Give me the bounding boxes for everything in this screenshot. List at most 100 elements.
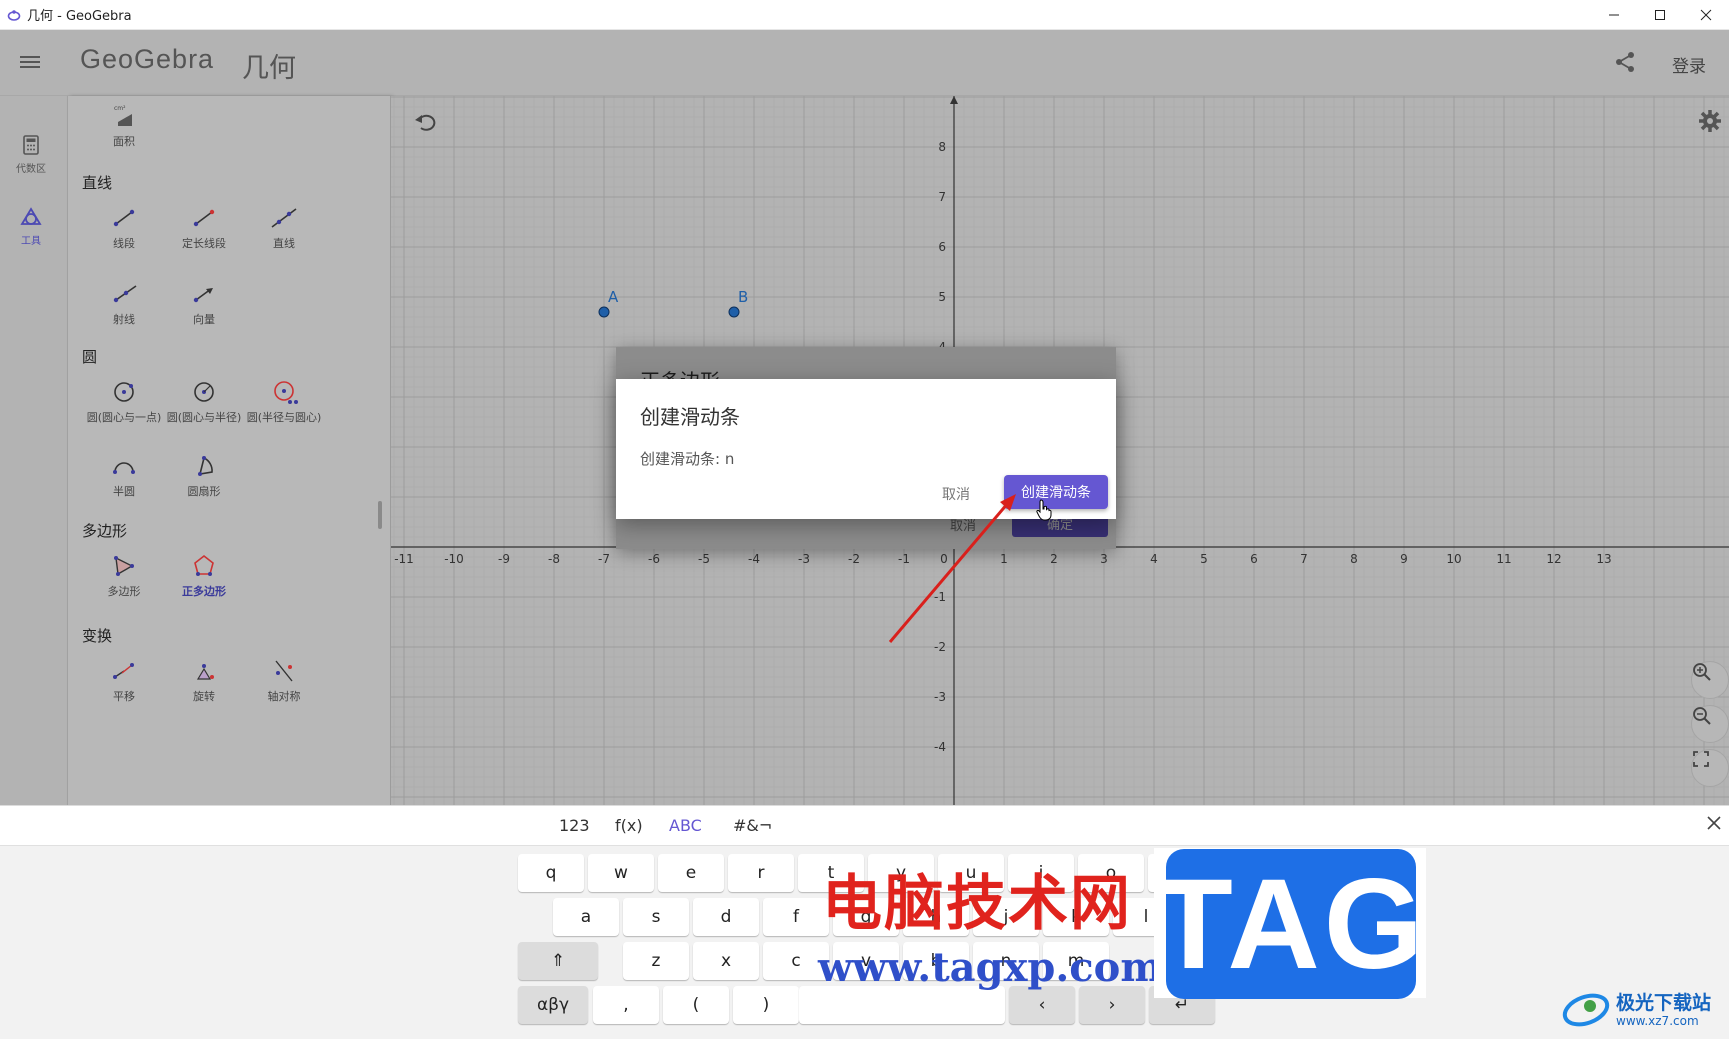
compass-icon	[270, 378, 298, 406]
y-tick-label: 8	[938, 140, 946, 154]
x-tick-label: 11	[1496, 552, 1511, 566]
x-tick-label: -2	[848, 552, 860, 566]
keyboard-tabs: 123 f(x) ABC #&¬	[0, 806, 1729, 846]
x-tick-label: 3	[1100, 552, 1108, 566]
key-x[interactable]: x	[693, 942, 759, 980]
create-slider-button[interactable]: 创建滑动条	[1004, 475, 1108, 509]
y-tick-label: 7	[938, 190, 946, 204]
tool-circle-center-point[interactable]: 圆(圆心与一点)	[84, 378, 164, 425]
tool-ray[interactable]: 射线	[84, 280, 164, 327]
tool-reflect-line[interactable]: 轴对称	[244, 657, 324, 704]
window-title: 几何 - GeoGebra	[27, 9, 132, 24]
key-d[interactable]: d	[693, 898, 759, 936]
key-f[interactable]: f	[763, 898, 829, 936]
close-window-icon[interactable]	[1683, 0, 1729, 30]
zoom-in-button[interactable]	[1691, 661, 1729, 699]
tool-circle-center-radius[interactable]: 圆(圆心与半径)	[164, 378, 244, 425]
key-right-arrow[interactable]: ›	[1079, 986, 1145, 1024]
brand-logo: GeoGebra	[80, 44, 215, 74]
tool-sector[interactable]: 圆扇形	[164, 452, 244, 499]
kb-tab-numbers[interactable]: 123	[559, 816, 590, 835]
key-left-arrow[interactable]: ‹	[1009, 986, 1075, 1024]
create-slider-cancel-button[interactable]: 取消	[942, 484, 970, 504]
tools-icon	[20, 206, 42, 228]
site-name: 极光下载站	[1616, 992, 1712, 1014]
key-greek[interactable]: αβγ	[518, 986, 588, 1024]
rail-item-tools[interactable]: 工具	[0, 206, 62, 247]
key-a[interactable]: a	[553, 898, 619, 936]
tool-segment[interactable]: 线段	[84, 204, 164, 251]
tool-rotate[interactable]: 旋转	[164, 657, 244, 704]
section-title-lines: 直线	[82, 174, 113, 192]
kb-tab-letters[interactable]: ABC	[669, 816, 702, 835]
tool-polygon[interactable]: 多边形	[84, 552, 164, 599]
tool-area[interactable]: cm² 面积	[84, 102, 164, 149]
x-tick-label: -7	[598, 552, 610, 566]
tool-fixed-segment[interactable]: 定长线段	[164, 204, 244, 251]
rail-item-algebra[interactable]: 代数区	[0, 134, 62, 175]
tool-circle-radius-center[interactable]: 圆(半径与圆心)	[244, 378, 324, 425]
key-comma[interactable]: ,	[593, 986, 659, 1024]
x-tick-label: 10	[1446, 552, 1461, 566]
key-q[interactable]: q	[518, 854, 584, 892]
tools-scrollbar[interactable]	[378, 501, 382, 529]
minimize-icon[interactable]	[1591, 0, 1637, 30]
tool-label: 旋转	[193, 690, 215, 703]
tool-semicircle[interactable]: 半圆	[84, 452, 164, 499]
tool-regular-polygon[interactable]: 正多边形	[164, 552, 244, 599]
key-left-paren[interactable]: (	[663, 986, 729, 1024]
x-tick-label: 2	[1050, 552, 1058, 566]
kb-tab-functions[interactable]: f(x)	[615, 816, 643, 835]
tool-label: 轴对称	[267, 690, 301, 703]
geogebra-app-icon	[7, 8, 21, 22]
keyboard-close-icon[interactable]	[1706, 815, 1726, 835]
menu-icon[interactable]	[18, 50, 42, 74]
key-w[interactable]: w	[588, 854, 654, 892]
maximize-icon[interactable]	[1637, 0, 1683, 30]
tool-label: 半圆	[113, 485, 135, 498]
key-e[interactable]: e	[658, 854, 724, 892]
gear-icon[interactable]	[1697, 108, 1723, 134]
x-tick-label: -5	[698, 552, 710, 566]
tool-vector[interactable]: 向量	[164, 280, 244, 327]
tool-translate[interactable]: 平移	[84, 657, 164, 704]
tools-panel: cm² 面积 直线 线段 定长线段 直线 射线 向量 圆 圆(圆心与一点) 圆(…	[68, 96, 391, 805]
tool-label: 平移	[113, 690, 135, 703]
kb-tab-symbols[interactable]: #&¬	[733, 816, 772, 835]
x-tick-label: -4	[748, 552, 760, 566]
tool-label: 线段	[113, 237, 135, 250]
x-tick-label: 8	[1350, 552, 1358, 566]
zoom-out-icon	[1693, 707, 1711, 725]
tool-label: 圆(圆心与一点)	[86, 411, 162, 424]
tool-label: 直线	[273, 237, 295, 250]
point-label-b: B	[738, 288, 748, 306]
x-tick-label: -1	[898, 552, 910, 566]
section-title-transform: 变换	[82, 627, 113, 645]
x-tick-label: -6	[648, 552, 660, 566]
undo-icon[interactable]	[413, 110, 437, 134]
circle-center-point-icon	[110, 378, 138, 406]
key-z[interactable]: z	[623, 942, 689, 980]
key-right-paren[interactable]: )	[733, 986, 799, 1024]
section-title-circles: 圆	[82, 348, 98, 366]
key-space[interactable]	[799, 986, 1005, 1024]
watermark-site: 极光下载站 www.xz7.com	[1560, 986, 1729, 1036]
x-tick-label: 7	[1300, 552, 1308, 566]
zoom-in-icon	[1693, 663, 1711, 681]
key-r[interactable]: r	[728, 854, 794, 892]
x-tick-label: 5	[1200, 552, 1208, 566]
x-tick-label: 0	[940, 552, 948, 566]
key-shift[interactable]: ⇑	[518, 942, 598, 980]
x-tick-label: 12	[1546, 552, 1561, 566]
share-icon[interactable]	[1613, 50, 1637, 74]
tool-line[interactable]: 直线	[244, 204, 324, 251]
sector-icon	[190, 452, 218, 480]
zoom-out-button[interactable]	[1691, 705, 1729, 743]
fixed-segment-icon	[190, 204, 218, 232]
x-tick-label: 4	[1150, 552, 1158, 566]
fullscreen-button[interactable]	[1691, 749, 1729, 787]
key-s[interactable]: s	[623, 898, 689, 936]
y-tick-label: 5	[938, 290, 946, 304]
area-icon-text: cm²	[114, 105, 126, 112]
login-button[interactable]: 登录	[1672, 52, 1706, 77]
